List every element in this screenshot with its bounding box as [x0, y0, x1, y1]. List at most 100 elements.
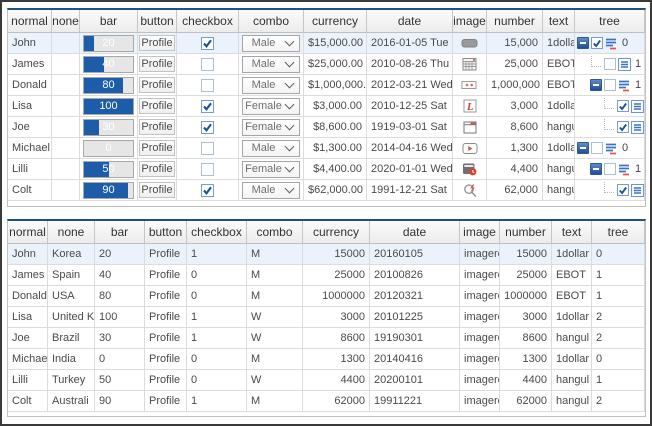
header-none[interactable]: none	[52, 10, 80, 33]
header-text[interactable]: text	[552, 221, 592, 244]
cell-number: 1000000	[500, 286, 552, 307]
cell-number: 4,400	[487, 159, 543, 180]
cell-number: 1,000,000	[487, 75, 543, 96]
gender-combo[interactable]: Male	[242, 140, 300, 157]
profile-button[interactable]: Profile	[139, 119, 175, 135]
header-bar[interactable]: bar	[95, 221, 145, 244]
checkbox[interactable]	[604, 163, 616, 175]
header-number[interactable]: number	[500, 221, 552, 244]
gender-combo[interactable]: Male	[242, 77, 300, 94]
cell-button: Profile	[138, 180, 177, 201]
tree-elbow-connector	[604, 182, 614, 193]
cell-tree: 1	[575, 75, 645, 96]
checkbox[interactable]	[617, 184, 629, 196]
bar-value: 90	[84, 183, 133, 198]
header-date[interactable]: date	[370, 221, 460, 244]
cell-bar: 50	[95, 370, 145, 391]
checkbox[interactable]	[201, 58, 214, 71]
cell-checkbox: 1	[187, 391, 247, 412]
profile-button[interactable]: Profile	[139, 161, 175, 177]
checkbox[interactable]	[604, 79, 616, 91]
cell-tree: 0	[592, 349, 645, 370]
header-tree[interactable]: tree	[592, 221, 645, 244]
profile-button[interactable]: Profile	[139, 140, 175, 156]
cell-none: Spain	[48, 265, 95, 286]
cell-checkbox: 1	[187, 307, 247, 328]
checkbox[interactable]	[201, 163, 214, 176]
gender-combo[interactable]: Male	[242, 35, 300, 52]
tree-node-label: 1	[635, 159, 641, 179]
window-frame: normalnonebarbuttoncheckboxcombocurrency…	[0, 0, 652, 426]
tree-collapse-icon[interactable]	[590, 79, 602, 91]
profile-button[interactable]: Profile	[139, 77, 175, 93]
chevron-down-icon	[285, 121, 295, 131]
checkbox[interactable]	[604, 58, 616, 70]
checkbox[interactable]	[591, 37, 603, 49]
header-checkbox[interactable]: checkbox	[177, 10, 239, 33]
checkbox[interactable]	[201, 184, 214, 197]
header-currency[interactable]: currency	[304, 10, 367, 33]
header-none[interactable]: none	[48, 221, 95, 244]
header-combo[interactable]: combo	[247, 221, 303, 244]
plain-grid: normalnonebarbuttoncheckboxcombocurrency…	[7, 219, 646, 417]
gender-combo[interactable]: Male	[242, 182, 300, 199]
cell-number: 25,000	[487, 54, 543, 75]
checkbox[interactable]	[201, 100, 214, 113]
tree-collapse-icon[interactable]	[577, 142, 589, 154]
tree-elbow-connector	[604, 98, 614, 109]
grid-row: JoeBrazil30Profile1W860019190301imagerc8…	[8, 328, 645, 349]
header-normal[interactable]: normal	[8, 221, 48, 244]
cell-tree: 1	[592, 370, 645, 391]
cell-checkbox: 1	[187, 328, 247, 349]
cell-text: 1dollar	[543, 96, 575, 117]
gender-combo[interactable]: Male	[242, 56, 300, 73]
grid-row: DonaldUSA80Profile0M100000020120321image…	[8, 286, 645, 307]
tree-leaf-icon	[618, 58, 631, 71]
cell-normal: Lilli	[8, 159, 52, 180]
header-date[interactable]: date	[367, 10, 453, 33]
header-tree[interactable]: tree	[575, 10, 645, 33]
cell-none: Brazil	[48, 328, 95, 349]
profile-button[interactable]: Profile	[139, 98, 175, 114]
cell-number: 15000	[500, 244, 552, 265]
profile-button[interactable]: Profile	[139, 56, 175, 72]
tree-collapse-icon[interactable]	[577, 37, 589, 49]
header-checkbox[interactable]: checkbox	[187, 221, 247, 244]
checkbox[interactable]	[617, 100, 629, 112]
cell-currency: 3000	[303, 307, 370, 328]
combo-value: Male	[243, 33, 284, 53]
checkbox[interactable]	[201, 79, 214, 92]
header-currency[interactable]: currency	[303, 221, 370, 244]
header-image[interactable]: image	[453, 10, 487, 33]
header-combo[interactable]: combo	[239, 10, 304, 33]
checkbox[interactable]	[201, 142, 214, 155]
cell-image	[453, 180, 487, 201]
grid-row: Colt90ProfileMale$62,000.001991-12-21 Sa…	[8, 180, 645, 201]
header-bar[interactable]: bar	[80, 10, 138, 33]
cell-none	[52, 96, 80, 117]
profile-button[interactable]: Profile	[139, 35, 175, 51]
cell-none	[52, 180, 80, 201]
checkbox[interactable]	[201, 37, 214, 50]
checkbox[interactable]	[617, 121, 629, 133]
header-normal[interactable]: normal	[8, 10, 52, 33]
cell-combo: W	[247, 370, 303, 391]
profile-button[interactable]: Profile	[139, 182, 175, 198]
grid-row: MichaelIndia0Profile0M130020140416imager…	[8, 349, 645, 370]
header-number[interactable]: number	[487, 10, 543, 33]
header-button[interactable]: button	[145, 221, 187, 244]
tree-collapse-icon[interactable]	[590, 163, 602, 175]
cell-image: imagerc	[460, 265, 500, 286]
checkbox[interactable]	[201, 121, 214, 134]
cell-number: 3000	[500, 307, 552, 328]
grid-row: ColtAustrali90Profile1M6200019911221imag…	[8, 391, 645, 412]
cell-text: EBOT	[552, 265, 592, 286]
gender-combo[interactable]: Female	[242, 98, 300, 115]
gender-combo[interactable]: Female	[242, 119, 300, 136]
cell-text: EBOT	[543, 75, 575, 96]
header-image[interactable]: image	[460, 221, 500, 244]
gender-combo[interactable]: Female	[242, 161, 300, 178]
checkbox[interactable]	[591, 142, 603, 154]
header-text[interactable]: text	[543, 10, 575, 33]
header-button[interactable]: button	[138, 10, 177, 33]
